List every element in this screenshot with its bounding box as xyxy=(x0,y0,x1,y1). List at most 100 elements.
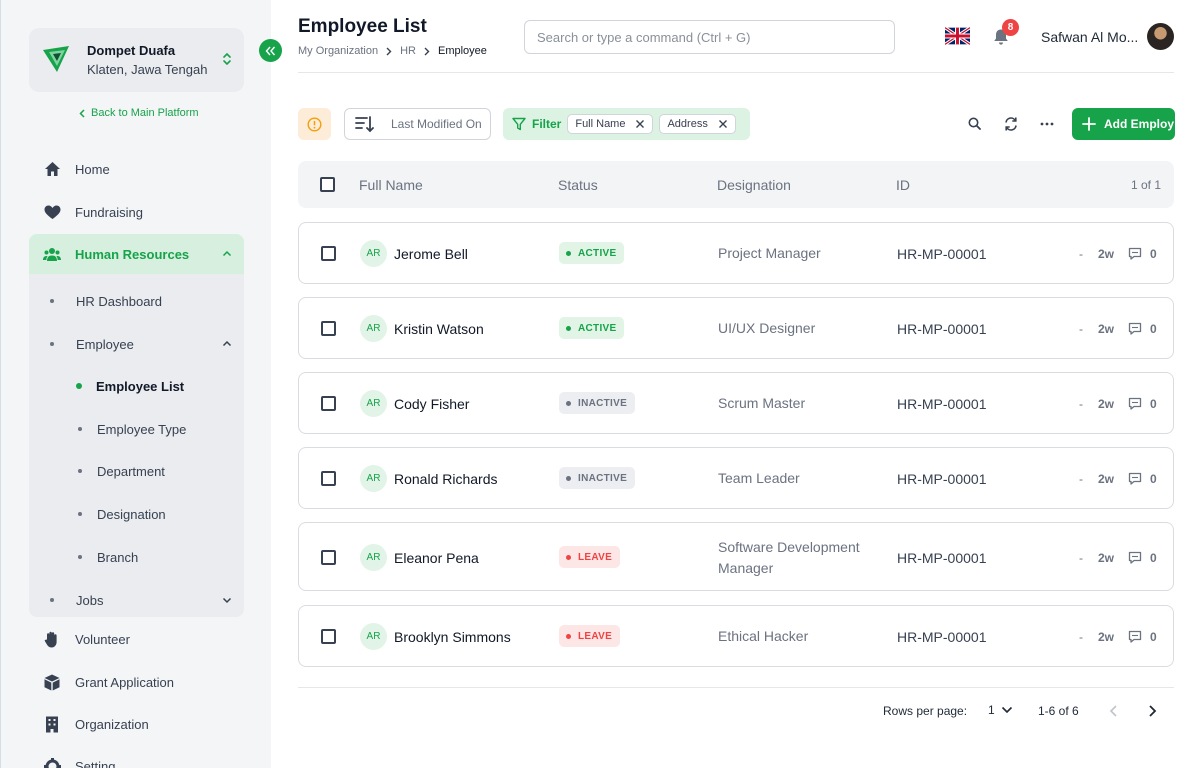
add-employee-button[interactable]: Add Employ xyxy=(1072,108,1175,140)
status-badge: LEAVE xyxy=(559,625,621,647)
comment-icon[interactable] xyxy=(1128,397,1142,411)
comment-icon[interactable] xyxy=(1128,247,1142,261)
breadcrumb-my-organization[interactable]: My Organization xyxy=(298,45,378,57)
employee-designation: Ethical Hacker xyxy=(718,628,809,644)
employee-name[interactable]: Brooklyn Simmons xyxy=(394,629,511,645)
row-checkbox[interactable] xyxy=(321,550,336,565)
organization-switcher[interactable]: Dompet Duafa Klaten, Jawa Tengah xyxy=(29,28,244,92)
sidebar-item-volunteer[interactable]: Volunteer xyxy=(29,619,244,659)
sort-button[interactable]: Last Modified On xyxy=(344,108,491,140)
employee-id: HR-MP-00001 xyxy=(897,471,987,487)
row-checkbox[interactable] xyxy=(321,629,336,644)
table-row[interactable]: AR Eleanor Pena LEAVE Software Developme… xyxy=(298,522,1174,591)
rows-per-page-select[interactable]: 1 xyxy=(988,703,1013,717)
search-input[interactable] xyxy=(524,20,895,54)
employee-designation: Scrum Master xyxy=(718,395,806,411)
close-icon[interactable] xyxy=(635,119,645,129)
sidebar-item-setting[interactable]: Setting xyxy=(29,746,244,768)
sidebar-item-label: Branch xyxy=(97,549,139,565)
employee-name[interactable]: Ronald Richards xyxy=(394,471,498,487)
status-label: ACTIVE xyxy=(578,322,617,334)
column-header-status[interactable]: Status xyxy=(558,177,598,193)
row-checkbox[interactable] xyxy=(321,471,336,486)
row-checkbox[interactable] xyxy=(321,321,336,336)
table-row[interactable]: AR Kristin Watson ACTIVE UI/UX Designer … xyxy=(298,297,1174,359)
sidebar-item-employee-list[interactable]: Employee List xyxy=(29,371,244,401)
previous-page-icon[interactable] xyxy=(1108,704,1120,718)
search-icon[interactable] xyxy=(967,116,983,132)
page-indicator: 1 of 1 xyxy=(1130,178,1161,192)
table-row[interactable]: AR Jerome Bell ACTIVE Project Manager HR… xyxy=(298,222,1174,284)
sidebar-item-grant-application[interactable]: Grant Application xyxy=(29,662,244,702)
collapse-sidebar-button[interactable] xyxy=(259,39,282,62)
breadcrumb-hr[interactable]: HR xyxy=(400,45,416,57)
comment-icon[interactable] xyxy=(1128,472,1142,486)
sidebar-item-hr-dashboard[interactable]: HR Dashboard xyxy=(29,286,244,316)
hand-icon xyxy=(43,630,61,648)
sort-label: Last Modified On xyxy=(391,117,482,131)
comment-icon[interactable] xyxy=(1128,322,1142,336)
sidebar-item-label: Organization xyxy=(75,716,149,732)
status-dot xyxy=(566,325,571,331)
filter-button[interactable]: Filter xyxy=(512,117,561,131)
sidebar-item-jobs[interactable]: Jobs xyxy=(29,585,244,615)
sidebar-item-label: Grant Application xyxy=(75,674,175,690)
row-dash: - xyxy=(1079,472,1083,486)
more-horizontal-icon[interactable] xyxy=(1039,116,1055,132)
row-checkbox[interactable] xyxy=(321,246,336,261)
row-age: 2w xyxy=(1098,322,1115,336)
sidebar-item-department[interactable]: Department xyxy=(29,456,244,486)
user-name[interactable]: Safwan Al Mo... xyxy=(1041,29,1138,45)
select-all-checkbox[interactable] xyxy=(320,177,335,192)
filter-chip-label: Full Name xyxy=(575,118,626,130)
sidebar-item-fundraising[interactable]: Fundraising xyxy=(29,192,244,232)
sidebar-item-branch[interactable]: Branch xyxy=(29,542,244,572)
sidebar-item-label: Human Resources xyxy=(75,246,190,262)
sort-icon xyxy=(355,116,374,133)
employee-name[interactable]: Eleanor Pena xyxy=(394,550,479,566)
filter-bar: Filter Full Name Address xyxy=(503,108,750,140)
column-header-full-name[interactable]: Full Name xyxy=(359,177,423,193)
filter-chip-full-name[interactable]: Full Name xyxy=(567,114,654,134)
column-header-id[interactable]: ID xyxy=(896,177,910,193)
employee-name[interactable]: Kristin Watson xyxy=(394,321,484,337)
table-header: Full Name Status Designation ID 1 of 1 xyxy=(298,161,1174,208)
employee-id: HR-MP-00001 xyxy=(897,246,987,262)
next-page-icon[interactable] xyxy=(1146,704,1158,718)
table-row[interactable]: AR Cody Fisher INACTIVE Scrum Master HR-… xyxy=(298,372,1174,434)
employee-designation: Software Development Manager xyxy=(718,539,860,576)
status-dot xyxy=(566,400,571,406)
close-icon[interactable] xyxy=(718,119,728,129)
chevron-down-icon xyxy=(1001,706,1012,714)
uk-flag-icon[interactable] xyxy=(945,27,970,45)
comment-icon[interactable] xyxy=(1128,630,1142,644)
status-dot xyxy=(566,250,571,256)
row-age: 2w xyxy=(1098,472,1115,486)
employee-designation: Project Manager xyxy=(718,245,821,261)
warning-button[interactable] xyxy=(298,108,331,140)
sidebar-item-designation[interactable]: Designation xyxy=(29,499,244,529)
employee-name[interactable]: Cody Fisher xyxy=(394,396,469,412)
sidebar-item-organization[interactable]: Organization xyxy=(29,704,244,744)
refresh-icon[interactable] xyxy=(1003,116,1019,132)
back-to-main-link[interactable]: Back to Main Platform xyxy=(79,107,199,119)
sidebar-item-home[interactable]: Home xyxy=(29,149,244,189)
sidebar-item-employee[interactable]: Employee xyxy=(29,329,244,359)
filter-chip-address[interactable]: Address xyxy=(659,114,736,134)
sidebar-item-label: Fundraising xyxy=(75,204,143,220)
status-dot xyxy=(566,554,571,560)
column-header-designation[interactable]: Designation xyxy=(717,177,791,193)
avatar[interactable] xyxy=(1147,23,1174,50)
table-row[interactable]: AR Brooklyn Simmons LEAVE Ethical Hacker… xyxy=(298,605,1174,667)
employee-name[interactable]: Jerome Bell xyxy=(394,246,468,262)
back-link-label: Back to Main Platform xyxy=(91,107,199,119)
avatar: AR xyxy=(360,544,387,571)
sidebar: Dompet Duafa Klaten, Jawa Tengah Back to… xyxy=(0,0,271,768)
bullet-dot xyxy=(76,383,82,389)
sidebar-item-label: Employee Type xyxy=(97,421,187,437)
row-checkbox[interactable] xyxy=(321,396,336,411)
comment-icon[interactable] xyxy=(1128,551,1142,565)
sidebar-item-human-resources[interactable]: Human Resources xyxy=(29,234,244,274)
sidebar-item-employee-type[interactable]: Employee Type xyxy=(29,414,244,444)
table-row[interactable]: AR Ronald Richards INACTIVE Team Leader … xyxy=(298,447,1174,509)
